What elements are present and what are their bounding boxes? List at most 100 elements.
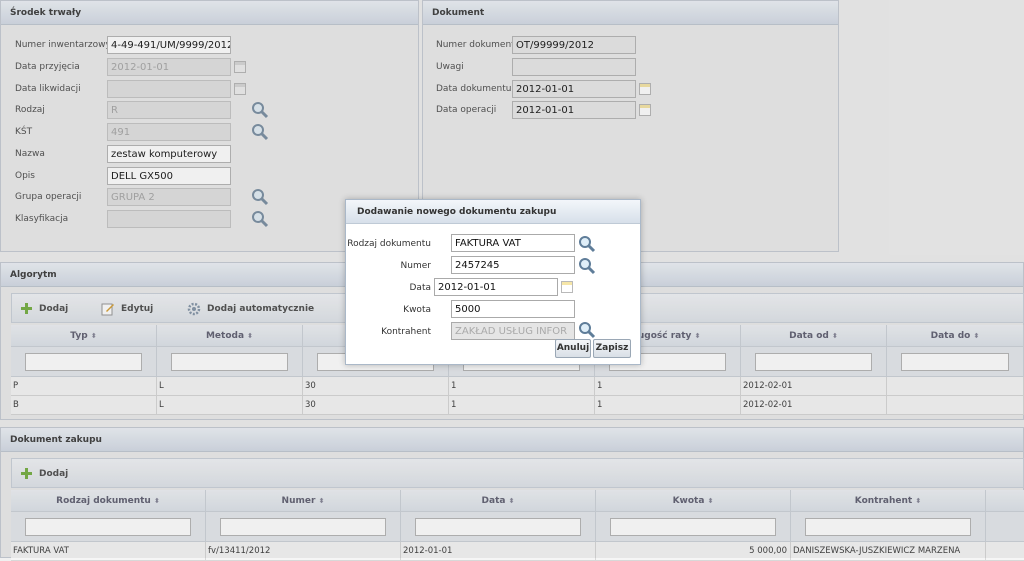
- calendar-icon[interactable]: [234, 61, 246, 73]
- calendar-icon[interactable]: [639, 83, 651, 95]
- column-filter-input[interactable]: [805, 518, 971, 536]
- column-label: Data do: [930, 331, 971, 341]
- grid-column-header[interactable]: Metoda ⬍: [157, 325, 303, 347]
- srodek-field-input: 2012-01-01: [107, 58, 231, 76]
- algorytm-auto-add-button[interactable]: Dodaj automatycznie: [187, 294, 314, 324]
- calendar-icon[interactable]: [561, 281, 573, 293]
- grid-column-header[interactable]: Kontrahent ⬍: [791, 490, 986, 512]
- table-row[interactable]: B L 30 1 1 2012-02-01: [11, 396, 1024, 415]
- dokument-field-input[interactable]: [512, 58, 636, 76]
- srodek-field-label: Grupa operacji: [15, 192, 82, 202]
- grid-column-header[interactable]: Numer ⬍: [206, 490, 401, 512]
- srodek-field-input[interactable]: 4-49-491/UM/9999/2012: [107, 36, 231, 54]
- grid-column-header[interactable]: Data do ⬍: [887, 325, 1024, 347]
- column-filter-input[interactable]: [755, 353, 872, 371]
- kwota-label: Kwota: [403, 305, 431, 315]
- sort-icon: ⬍: [90, 332, 97, 340]
- numer-label: Numer: [400, 261, 431, 271]
- kontrahent-label: Kontrahent: [381, 327, 431, 337]
- sort-icon: ⬍: [831, 332, 838, 340]
- kwota-input[interactable]: 5000: [451, 300, 575, 318]
- srodek-field-input: R: [107, 101, 231, 119]
- column-filter-input[interactable]: [25, 353, 142, 371]
- dokument-field-input[interactable]: 2012-01-01: [512, 80, 636, 98]
- table-row[interactable]: FAKTURA VAT fv/13411/2012 2012-01-01 5 000,…: [11, 542, 1024, 561]
- srodek-field-label: Nazwa: [15, 149, 45, 159]
- srodek-field-label: Rodzaj: [15, 105, 45, 115]
- srodek-field-label: Data likwidacji: [15, 84, 81, 94]
- column-filter-input[interactable]: [901, 353, 1009, 371]
- numer-input[interactable]: 2457245: [451, 256, 575, 274]
- table-cell: 2012-02-01: [741, 377, 887, 396]
- grid-filter-cell: [11, 512, 206, 542]
- table-cell: B: [11, 396, 157, 415]
- search-icon[interactable]: [578, 235, 596, 253]
- calendar-icon[interactable]: [639, 104, 651, 116]
- table-cell: 5 000,00: [596, 542, 791, 561]
- grid-filter-cell: [887, 347, 1024, 377]
- algorytm-auto-add-label: Dodaj automatycznie: [207, 304, 315, 314]
- sort-icon: ⬍: [318, 497, 325, 505]
- dokument-field-input[interactable]: OT/99999/2012: [512, 36, 636, 54]
- grid-column-header[interactable]: Data od ⬍: [741, 325, 887, 347]
- data-input[interactable]: 2012-01-01: [434, 278, 558, 296]
- search-icon[interactable]: [251, 123, 269, 141]
- plus-icon: [21, 468, 32, 479]
- sort-icon: ⬍: [707, 497, 714, 505]
- column-filter-input[interactable]: [171, 353, 288, 371]
- dokument-zakupu-add-label: Dodaj: [39, 469, 69, 479]
- algorytm-add-button[interactable]: Dodaj: [20, 294, 68, 324]
- dokument-zakupu-toolbar: Dodaj: [11, 458, 1024, 488]
- column-filter-input[interactable]: [610, 518, 776, 536]
- add-purchase-document-dialog: Dodawanie nowego dokumentu zakupu Rodzaj…: [345, 199, 641, 365]
- grid-column-header[interactable]: Data ⬍: [401, 490, 596, 512]
- table-cell: 30: [303, 377, 449, 396]
- dokument-field-label: Data operacji: [436, 105, 497, 115]
- table-cell: 1: [595, 377, 741, 396]
- grid-column-header[interactable]: Rodzaj dokumentu ⬍: [11, 490, 206, 512]
- dokument-field-input[interactable]: 2012-01-01: [512, 101, 636, 119]
- search-icon[interactable]: [578, 257, 596, 275]
- table-cell: 2012-01-01: [401, 542, 596, 561]
- table-cell: 1: [449, 396, 595, 415]
- srodek-field-input[interactable]: DELL GX500: [107, 167, 231, 185]
- srodek-field-input[interactable]: zestaw komputerowy: [107, 145, 231, 163]
- rodzaj-dokumentu-input[interactable]: FAKTURA VAT: [451, 234, 575, 252]
- search-icon[interactable]: [251, 188, 269, 206]
- column-label: Data: [481, 496, 506, 506]
- search-icon[interactable]: [578, 321, 596, 339]
- sort-icon: ⬍: [247, 332, 254, 340]
- table-cell: 1: [449, 377, 595, 396]
- sort-icon: ⬍: [694, 332, 701, 340]
- dokument-title: Dokument: [423, 1, 838, 25]
- column-label: Numer: [281, 496, 316, 506]
- dokument-field-label: Uwagi: [436, 62, 464, 72]
- sort-icon: ⬍: [915, 497, 922, 505]
- dialog-title: Dodawanie nowego dokumentu zakupu: [346, 200, 640, 224]
- calendar-icon[interactable]: [234, 83, 246, 95]
- grid-column-header[interactable]: Kwota ⬍: [596, 490, 791, 512]
- search-icon[interactable]: [251, 101, 269, 119]
- grid-filter-cell: [741, 347, 887, 377]
- rodzaj-dokumentu-label: Rodzaj dokumentu: [347, 239, 431, 249]
- dokument-zakupu-grid: Rodzaj dokumentu ⬍ Numer ⬍ Data ⬍ Kwota ⬍ Ko…: [11, 490, 1024, 561]
- column-filter-input[interactable]: [220, 518, 386, 536]
- column-filter-input[interactable]: [415, 518, 581, 536]
- srodek-field-label: Klasyfikacja: [15, 214, 69, 224]
- algorytm-edit-button[interactable]: Edytuj: [101, 294, 153, 324]
- table-cell: FAKTURA VAT: [11, 542, 206, 561]
- column-label: ługość raty: [634, 331, 692, 341]
- search-icon[interactable]: [251, 210, 269, 228]
- table-row[interactable]: P L 30 1 1 2012-02-01: [11, 377, 1024, 396]
- grid-filter-cell: [596, 512, 791, 542]
- column-label: Rodzaj dokumentu: [56, 496, 151, 506]
- grid-column-header[interactable]: Typ ⬍: [11, 325, 157, 347]
- sort-icon: ⬍: [508, 497, 515, 505]
- table-cell: [887, 396, 1024, 415]
- cancel-button[interactable]: Anuluj: [555, 339, 591, 358]
- grid-header-row: Rodzaj dokumentu ⬍ Numer ⬍ Data ⬍ Kwota ⬍ Ko…: [11, 490, 1024, 512]
- dokument-zakupu-add-button[interactable]: Dodaj: [20, 459, 68, 489]
- column-filter-input[interactable]: [25, 518, 191, 536]
- save-button[interactable]: Zapisz: [593, 339, 631, 358]
- table-cell: P: [11, 377, 157, 396]
